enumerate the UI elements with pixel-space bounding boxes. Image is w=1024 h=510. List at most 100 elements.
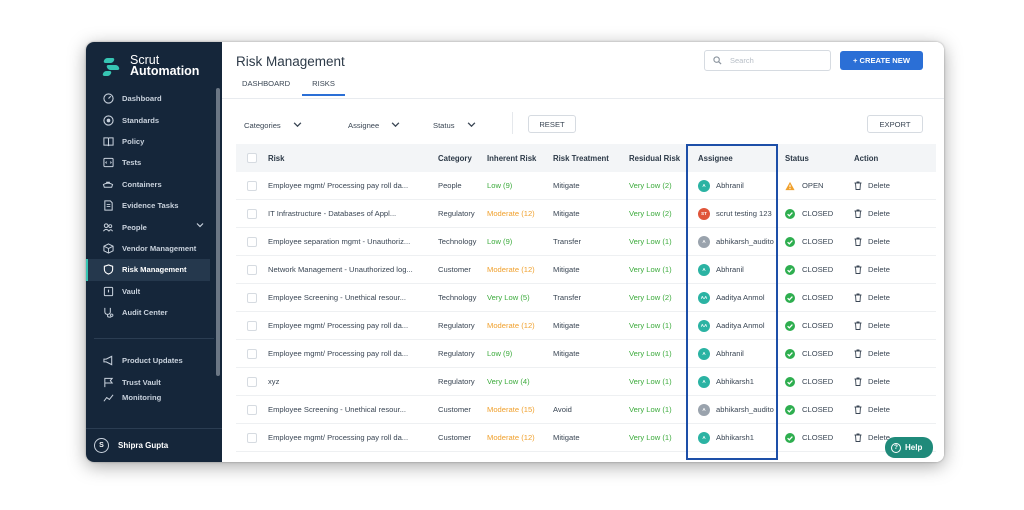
table-row[interactable]: IT Infrastructure - Databases of Appl...…	[236, 200, 936, 228]
sidebar-item-people[interactable]: People	[86, 216, 222, 237]
sidebar-item-risk-management[interactable]: Risk Management	[86, 259, 210, 281]
risk-treatment: Transfer	[553, 293, 581, 302]
risk-name[interactable]: Network Management - Unauthorized log...	[268, 265, 438, 274]
sidebar-item-vault[interactable]: Vault	[86, 281, 222, 302]
row-checkbox[interactable]	[247, 236, 257, 247]
sidebar-item-containers[interactable]: Containers	[86, 174, 222, 195]
tab-dashboard[interactable]: DASHBOARD	[242, 79, 290, 96]
inherent-risk: Very Low (5)	[487, 293, 530, 302]
delete-button[interactable]: Delete	[854, 293, 914, 302]
delete-button[interactable]: Delete	[854, 209, 914, 218]
logo[interactable]: Scrut Automation	[101, 53, 200, 78]
risk-treatment: Mitigate	[553, 265, 580, 274]
warning-icon	[785, 181, 795, 191]
delete-button[interactable]: Delete	[854, 405, 914, 414]
risk-name[interactable]: Employee mgmt/ Processing pay roll da...	[268, 321, 438, 330]
chevron-down-icon	[293, 120, 302, 131]
assignee-filter[interactable]: Assignee	[348, 117, 400, 133]
risk-name[interactable]: Employee Screening - Unethical resour...	[268, 405, 438, 414]
risks-table: Risk Category Inherent Risk Risk Treatme…	[236, 144, 936, 452]
column-header-category[interactable]: Category	[438, 154, 487, 163]
search-box[interactable]	[704, 50, 831, 71]
logo-icon	[101, 55, 124, 77]
standards-icon	[102, 114, 114, 126]
sidebar-scrollbar[interactable]	[216, 88, 220, 376]
sidebar-item-vendor-management[interactable]: Vendor Management	[86, 238, 222, 259]
risk-name[interactable]: Employee mgmt/ Processing pay roll da...	[268, 433, 438, 442]
column-header-action: Action	[854, 153, 879, 163]
row-checkbox[interactable]	[247, 180, 257, 191]
select-all-checkbox[interactable]	[247, 153, 257, 163]
trash-icon	[854, 433, 862, 442]
sidebar-item-tests[interactable]: Tests	[86, 152, 222, 173]
inherent-risk: Moderate (12)	[487, 209, 535, 218]
sidebar-item-product-updates[interactable]: Product Updates	[86, 350, 222, 371]
risk-name[interactable]: Employee mgmt/ Processing pay roll da...	[268, 181, 438, 190]
row-checkbox[interactable]	[247, 264, 257, 275]
chevron-down-icon[interactable]	[196, 221, 204, 231]
filter-divider	[512, 112, 513, 134]
logo-text: Scrut Automation	[130, 53, 200, 78]
table-row[interactable]: Employee mgmt/ Processing pay roll da...…	[236, 312, 936, 340]
create-new-button[interactable]: + CREATE NEW	[840, 51, 923, 70]
column-header-inherent-risk[interactable]: Inherent Risk	[487, 154, 553, 163]
tab-risks[interactable]: RISKS	[302, 79, 345, 96]
table-row[interactable]: Employee mgmt/ Processing pay roll da...…	[236, 172, 936, 200]
status-badge: CLOSED	[783, 404, 854, 415]
table-row[interactable]: Network Management - Unauthorized log...…	[236, 256, 936, 284]
trash-icon	[854, 181, 862, 190]
row-checkbox[interactable]	[247, 348, 257, 359]
table-row[interactable]: Employee mgmt/ Processing pay roll da...…	[236, 340, 936, 368]
risk-category: Regulatory	[438, 209, 475, 218]
row-checkbox[interactable]	[247, 432, 257, 443]
risk-name[interactable]: xyz	[268, 377, 438, 386]
row-checkbox[interactable]	[247, 376, 257, 387]
table-row[interactable]: xyz Regulatory Very Low (4) Very Low (1) A Ab…	[236, 368, 936, 396]
table-row[interactable]: Employee mgmt/ Processing pay roll da...…	[236, 424, 936, 452]
row-checkbox[interactable]	[247, 208, 257, 219]
row-checkbox[interactable]	[247, 320, 257, 331]
categories-filter[interactable]: Categories	[244, 117, 302, 133]
risk-name[interactable]: IT Infrastructure - Databases of Appl...	[268, 209, 438, 218]
delete-button[interactable]: Delete	[854, 181, 914, 190]
column-header-risk-treatment[interactable]: Risk Treatment	[553, 154, 629, 163]
delete-button[interactable]: Delete	[854, 237, 914, 246]
risk-name[interactable]: Employee separation mgmt - Unauthoriz...	[268, 237, 438, 246]
row-checkbox[interactable]	[247, 404, 257, 415]
trash-icon	[854, 209, 862, 218]
export-button[interactable]: EXPORT	[867, 115, 923, 133]
risk-treatment: Transfer	[553, 237, 581, 246]
table-row[interactable]: Employee Screening - Unethical resour...…	[236, 284, 936, 312]
risk-category: Regulatory	[438, 349, 475, 358]
help-button[interactable]: ? Help	[885, 437, 933, 458]
sidebar-item-evidence-tasks[interactable]: Evidence Tasks	[86, 195, 222, 216]
search-input[interactable]	[730, 56, 820, 65]
reset-button[interactable]: RESET	[528, 115, 576, 133]
delete-button[interactable]: Delete	[854, 265, 914, 274]
column-header-risk[interactable]: Risk	[268, 154, 438, 163]
sidebar-item-audit-center[interactable]: Audit Center	[86, 302, 222, 323]
sidebar-item-policy[interactable]: Policy	[86, 131, 222, 152]
sidebar-item-monitoring[interactable]: Monitoring	[86, 393, 222, 403]
check-circle-icon	[785, 432, 795, 443]
sidebar-item-dashboard[interactable]: Dashboard	[86, 88, 222, 109]
table-row[interactable]: Employee separation mgmt - Unauthoriz...…	[236, 228, 936, 256]
chevron-down-icon	[391, 120, 400, 131]
delete-button[interactable]: Delete	[854, 321, 914, 330]
flag-icon	[102, 376, 114, 388]
sidebar-item-standards[interactable]: Standards	[86, 109, 222, 130]
inherent-risk: Moderate (12)	[487, 321, 535, 330]
status-filter[interactable]: Status	[433, 117, 476, 133]
column-header-status[interactable]: Status	[783, 154, 854, 163]
table-row[interactable]: Employee Screening - Unethical resour...…	[236, 396, 936, 424]
risk-category: Customer	[438, 433, 471, 442]
delete-button[interactable]: Delete	[854, 349, 914, 358]
row-checkbox[interactable]	[247, 292, 257, 303]
delete-button[interactable]: Delete	[854, 377, 914, 386]
risk-name[interactable]: Employee Screening - Unethical resour...	[268, 293, 438, 302]
audit-icon	[102, 307, 114, 319]
risk-treatment: Mitigate	[553, 181, 580, 190]
user-profile[interactable]: S Shipra Gupta	[86, 428, 222, 462]
risk-name[interactable]: Employee mgmt/ Processing pay roll da...	[268, 349, 438, 358]
sidebar-item-trust-vault[interactable]: Trust Vault	[86, 371, 222, 392]
